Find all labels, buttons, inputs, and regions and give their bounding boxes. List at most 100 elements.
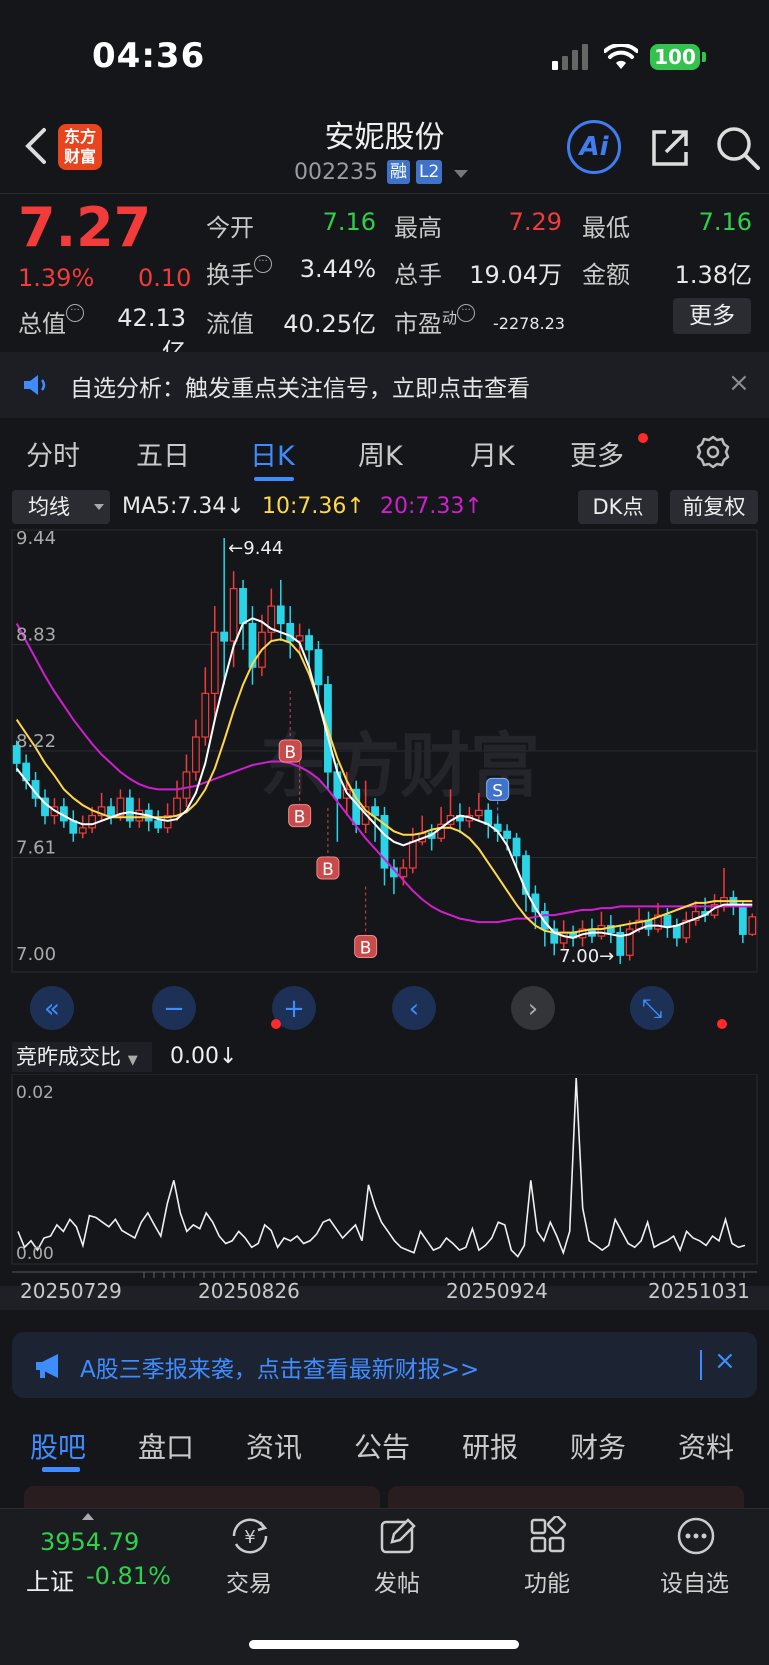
market-cap-label: 总值 <box>18 310 66 338</box>
pe-value: -2278.23 <box>493 314 565 333</box>
last-price: 7.27 <box>18 196 152 259</box>
x-tick-label: 20250826 <box>198 1279 300 1303</box>
candle-body[interactable] <box>154 820 163 829</box>
nav-functions[interactable]: 功能 <box>524 1564 570 1598</box>
tab-intraday[interactable]: 分时 <box>26 434 80 473</box>
speaker-icon <box>24 375 46 395</box>
home-indicator <box>249 1640 519 1649</box>
status-bar: 04:36 100 <box>0 0 769 110</box>
candle-body[interactable] <box>182 771 191 799</box>
scroll-start-button-glyph: « <box>44 994 60 1024</box>
candle-body[interactable] <box>559 931 568 944</box>
turnover-label: 换手 <box>206 261 254 289</box>
kline-chart[interactable]: 东方财富 BBBBS 9.448.838.227.617.00←9.447.00… <box>0 528 769 1036</box>
tab-five-day[interactable]: 五日 <box>136 434 190 473</box>
quote-label: 最低 <box>582 214 630 242</box>
candle-body[interactable] <box>78 827 87 834</box>
candle-body[interactable] <box>408 841 417 869</box>
candle-body[interactable] <box>314 649 323 686</box>
quote-label: 市盈动 ··· <box>394 304 476 339</box>
gear-icon[interactable] <box>696 435 730 469</box>
tab-profile[interactable]: 资料 <box>678 1426 734 1466</box>
candle-body[interactable] <box>663 914 672 927</box>
x-tick-label: 20250729 <box>20 1279 122 1303</box>
candle-body[interactable] <box>210 631 219 694</box>
index-value[interactable]: 3954.79 <box>40 1528 139 1556</box>
nav-add-watchlist[interactable]: 设自选 <box>660 1564 729 1598</box>
banner-text[interactable]: A股三季报来袭，点击查看最新财报>> <box>80 1350 479 1384</box>
quote-label: 金额 <box>582 261 630 289</box>
info-icon[interactable]: ··· <box>457 304 476 322</box>
close-icon[interactable]: × <box>714 1346 736 1376</box>
tab-monthly-k[interactable]: 月K <box>470 434 515 473</box>
tab-finance[interactable]: 财务 <box>570 1426 626 1466</box>
nav-trade[interactable]: 交易 <box>226 1564 272 1598</box>
ai-button[interactable]: Ai <box>567 120 621 174</box>
grid-icon[interactable] <box>528 1516 568 1556</box>
candle-body[interactable] <box>173 797 181 817</box>
battery-icon: 100 <box>650 44 700 70</box>
candle-body[interactable] <box>88 814 97 829</box>
candle-body[interactable] <box>229 588 238 642</box>
content-card[interactable] <box>24 1486 380 1508</box>
quote-value: 3.44% <box>299 255 376 283</box>
marker-dot <box>717 1019 727 1029</box>
close-icon[interactable]: × <box>728 368 750 398</box>
candle-body[interactable] <box>503 830 511 839</box>
sub-indicator-select[interactable]: 竞昨成交比 ▼ <box>12 1042 152 1072</box>
candle-body[interactable] <box>474 809 483 817</box>
ratio-chart[interactable]: 0.02 0.00 20250729 20250826 20250924 20251031 <box>0 1074 769 1310</box>
candle-body[interactable] <box>239 588 247 625</box>
zoom-in-button-glyph: + <box>283 994 305 1024</box>
candle-body[interactable] <box>512 837 521 857</box>
candle-body[interactable] <box>399 867 408 878</box>
notice-text[interactable]: 自选分析：触发重点关注信号，立即点击查看 <box>70 369 530 403</box>
index-change[interactable]: -0.81% <box>86 1562 171 1590</box>
chevron-up-icon[interactable] <box>82 1513 94 1520</box>
candle-body[interactable] <box>276 605 285 625</box>
candle-body[interactable] <box>484 809 493 825</box>
nav-post[interactable]: 发帖 <box>374 1564 420 1598</box>
candle-body[interactable] <box>107 806 115 817</box>
stock-code[interactable]: 002235 <box>294 160 378 185</box>
index-name[interactable]: 上证 <box>26 1562 74 1597</box>
search-icon[interactable] <box>714 124 762 172</box>
tab-news[interactable]: 资讯 <box>246 1426 302 1466</box>
adjust-button[interactable]: 前复权 <box>670 490 758 524</box>
candle-body[interactable] <box>672 924 681 939</box>
trade-icon[interactable]: ¥ <box>228 1516 272 1556</box>
chevron-down-icon[interactable] <box>454 170 468 178</box>
candle-body[interactable] <box>371 806 379 817</box>
candle-body[interactable] <box>201 692 210 738</box>
candle-body[interactable] <box>135 809 144 822</box>
x-tick-label: 20250924 <box>446 1279 548 1303</box>
tab-daily-k[interactable]: 日K <box>250 434 295 473</box>
signal-label: B <box>284 743 296 763</box>
tab-orderbook[interactable]: 盘口 <box>138 1426 194 1466</box>
zoom-out-button-glyph: − <box>163 994 185 1024</box>
compose-icon[interactable] <box>378 1516 418 1556</box>
quote-value: 7.16 <box>322 208 376 236</box>
candle-body[interactable] <box>305 635 313 651</box>
candle-body[interactable] <box>748 916 757 935</box>
content-card[interactable] <box>388 1486 744 1508</box>
candle-body[interactable] <box>738 905 747 935</box>
dk-point-button[interactable]: DK点 <box>578 490 658 524</box>
quote-value: 19.04万 <box>469 261 562 289</box>
candle-body[interactable] <box>220 631 229 642</box>
info-icon[interactable]: ··· <box>66 304 84 322</box>
candle-body[interactable] <box>597 924 606 937</box>
tab-forum[interactable]: 股吧 <box>30 1426 86 1466</box>
chevron-down-icon[interactable] <box>94 504 104 510</box>
more-dots-icon[interactable] <box>676 1516 716 1556</box>
tab-more[interactable]: 更多 <box>570 434 624 473</box>
high-label: ←9.44 <box>228 538 283 559</box>
tab-announcements[interactable]: 公告 <box>354 1426 410 1466</box>
share-icon[interactable] <box>648 126 692 170</box>
signal-label: B <box>360 939 372 959</box>
candle-body[interactable] <box>191 736 200 773</box>
tab-weekly-k[interactable]: 周K <box>358 434 403 473</box>
tab-research[interactable]: 研报 <box>462 1426 518 1466</box>
more-button[interactable]: 更多 <box>673 298 751 334</box>
info-icon[interactable]: ··· <box>254 255 272 273</box>
